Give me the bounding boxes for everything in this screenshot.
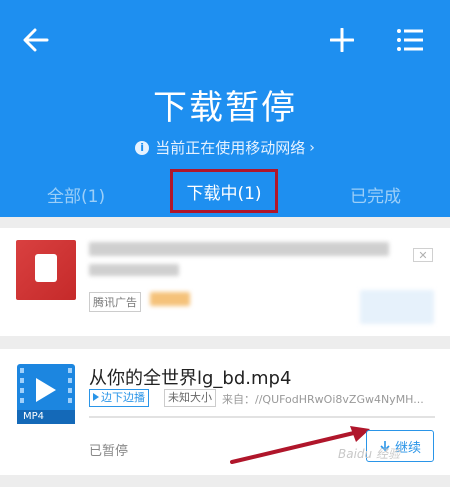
top-header: 下载暂停 i 当前正在使用移动网络 › 全部(1) 下载中(1) 已完成 <box>0 0 450 217</box>
ad-action-blurred[interactable] <box>360 290 434 324</box>
ad-rating-blurred <box>150 292 190 306</box>
file-size-tag: 未知大小 <box>164 389 216 407</box>
tab-all[interactable]: 全部(1) <box>47 182 105 207</box>
ad-subtitle-blurred <box>89 264 179 276</box>
plus-icon <box>330 28 354 52</box>
tab-completed[interactable]: 已完成 <box>350 182 401 207</box>
download-filename: 从你的全世界lg_bd.mp4 <box>89 368 292 389</box>
ad-title-blurred <box>89 242 389 256</box>
play-icon <box>36 378 56 402</box>
add-button[interactable] <box>322 20 362 60</box>
menu-button[interactable] <box>390 20 430 60</box>
info-icon: i <box>135 140 150 155</box>
download-source: 来自：//QUFodHRwOi8vZGw4NyMH... <box>222 393 424 406</box>
stream-while-download-tag[interactable]: 边下边播 <box>89 389 149 407</box>
ad-badge: 腾讯广告 <box>89 292 141 312</box>
stream-tag-label: 边下边播 <box>101 391 145 404</box>
watermark: Baidu 经验 <box>338 447 400 461</box>
list-menu-icon <box>397 29 423 51</box>
ad-thumbnail <box>16 240 76 300</box>
network-notice-text: 当前正在使用移动网络 <box>155 139 306 157</box>
file-ext-label: MP4 <box>17 410 75 424</box>
network-notice[interactable]: i 当前正在使用移动网络 › <box>0 137 450 158</box>
download-status: 已暂停 <box>89 444 129 459</box>
play-small-icon <box>93 393 99 401</box>
ad-close-button[interactable]: ✕ <box>413 248 433 262</box>
tab-downloading[interactable]: 下载中(1) <box>170 169 278 213</box>
video-file-icon: MP4 <box>17 364 75 424</box>
download-progress-bar <box>89 416 435 418</box>
chevron-right-icon: › <box>309 139 315 156</box>
back-button[interactable] <box>16 20 56 60</box>
arrow-left-icon <box>23 28 49 52</box>
page-title: 下载暂停 <box>153 88 297 128</box>
